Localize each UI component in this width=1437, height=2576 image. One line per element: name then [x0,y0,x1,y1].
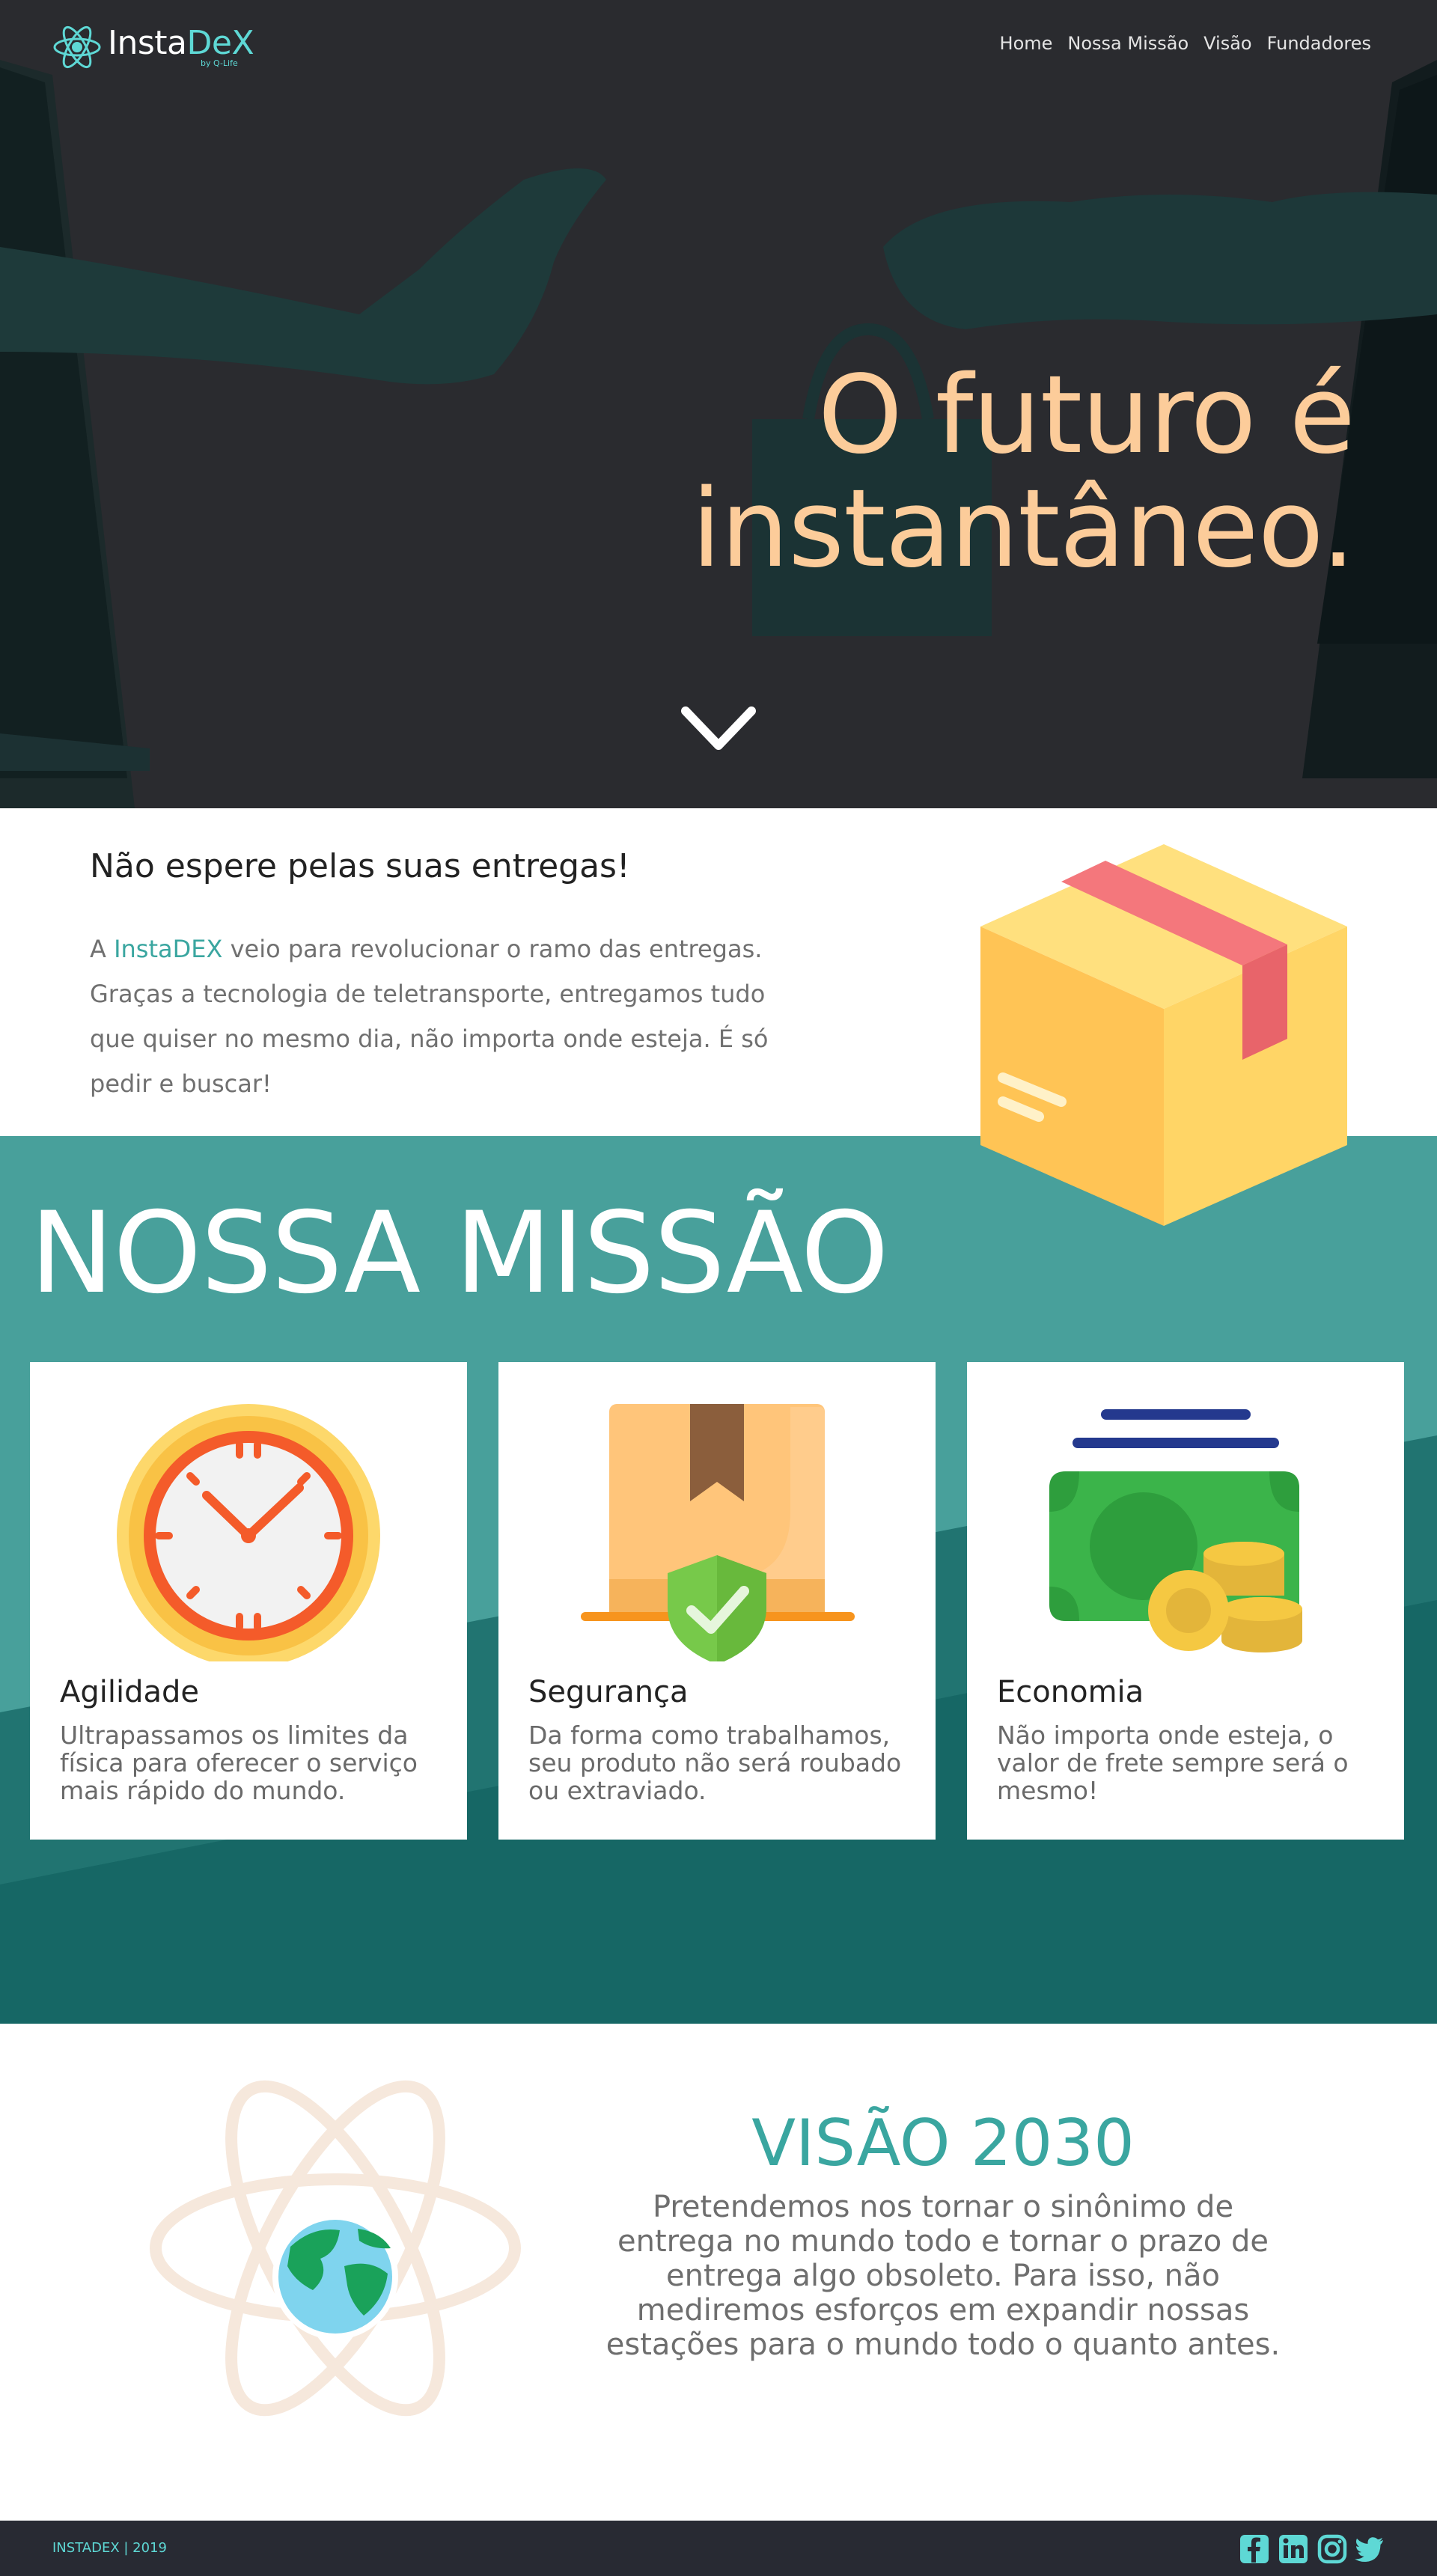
card-title-agilidade: Agilidade [60,1675,199,1709]
package-box-icon [980,844,1347,1226]
hero-section: InstaDeX by Q-Life Home Nossa Missão Vis… [0,0,1437,808]
nav-link-home[interactable]: Home [1000,33,1053,54]
nav-link-nossa-missao[interactable]: Nossa Missão [1067,33,1189,54]
vision-title: VISÃO 2030 [751,2106,1135,2181]
vision-text: Pretendemos nos tornar o sinônimo de ent… [605,2190,1281,2362]
card-title-seguranca: Segurança [528,1675,689,1709]
instagram-icon[interactable] [1316,2533,1349,2566]
mission-card-seguranca: Segurança Da forma como trabalhamos, seu… [498,1362,936,1840]
logo[interactable]: InstaDeX by Q-Life [51,21,254,73]
hero-title: O futuro é instantâneo. [531,358,1355,585]
logo-tagline: by Q-Life [201,58,238,68]
intro-brand-word: InstaDEX [114,935,223,963]
hero-title-line1: O futuro é [817,352,1355,477]
intro-text: A InstaDEX veio para revolucionar o ramo… [90,927,778,1106]
logo-text: InstaDeX [108,24,254,62]
clock-icon [117,1404,380,1661]
card-text-agilidade: Ultrapassamos os limites da física para … [60,1721,418,1805]
footer-copyright: INSTADEX | 2019 [52,2540,167,2556]
nav-links: Home Nossa Missão Visão Fundadores [1000,33,1371,54]
card-title-economia: Economia [997,1675,1144,1709]
logo-text-dex: DeX [186,24,254,62]
money-icon [1049,1409,1302,1652]
vision-section: VISÃO 2030 Pretendemos nos tornar o sinô… [0,2024,1437,2521]
atom-globe-icon [150,2080,521,2417]
intro-text-prefix: A [90,935,115,963]
twitter-icon[interactable] [1353,2533,1386,2566]
logo-text-insta: Insta [108,24,187,62]
facebook-icon[interactable] [1238,2533,1271,2566]
card-text-economia: Não importa onde esteja, o valor de fret… [997,1721,1349,1805]
nav-link-visao[interactable]: Visão [1203,33,1251,54]
intro-title: Não espere pelas suas entregas! [90,847,630,885]
mission-section: NOSSA MISSÃO Agilidade Ultrapassamos os … [0,1136,1437,2024]
nav-link-fundadores[interactable]: Fundadores [1267,33,1371,54]
chevron-down-icon[interactable] [680,703,757,756]
shield-check-icon [581,1404,855,1661]
footer: INSTADEX | 2019 [0,2521,1437,2576]
atom-logo-icon [53,25,101,69]
hero-title-line2: instantâneo. [691,466,1355,591]
card-text-seguranca: Da forma como trabalhamos, seu produto n… [528,1721,902,1805]
mission-card-economia: Economia Não importa onde esteja, o valo… [967,1362,1404,1840]
mission-title: NOSSA MISSÃO [30,1188,889,1319]
mission-card-agilidade: Agilidade Ultrapassamos os limites da fí… [30,1362,467,1840]
linkedin-icon[interactable] [1277,2533,1310,2566]
top-navbar: InstaDeX by Q-Life Home Nossa Missão Vis… [0,0,1437,91]
